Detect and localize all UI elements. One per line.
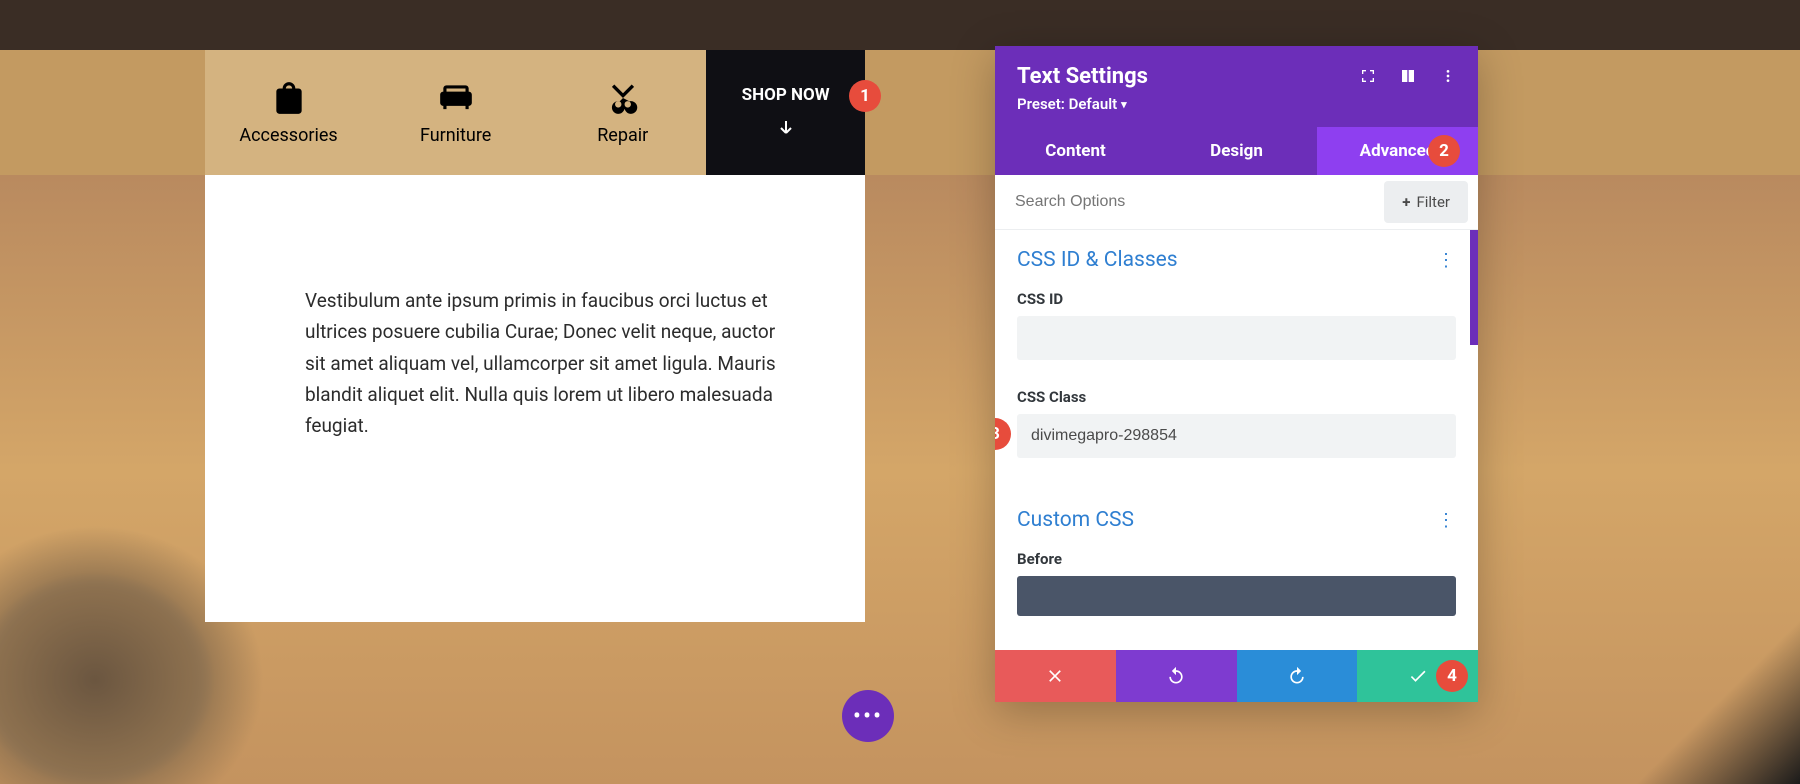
- before-css-editor[interactable]: [1017, 576, 1456, 616]
- shop-now-button[interactable]: SHOP NOW 1: [706, 50, 865, 175]
- undo-button[interactable]: [1116, 650, 1237, 702]
- annotation-badge-4: 4: [1436, 660, 1468, 692]
- panel-title: Text Settings: [1017, 64, 1148, 89]
- css-class-label: CSS Class: [1017, 388, 1456, 406]
- redo-icon: [1287, 666, 1307, 686]
- page-content-card: Accessories Furniture Repair SHOP NOW 1 …: [205, 50, 865, 622]
- save-button[interactable]: 4: [1357, 650, 1478, 702]
- tab-design[interactable]: Design: [1156, 127, 1317, 175]
- columns-icon[interactable]: [1400, 68, 1416, 84]
- section-custom-css: Custom CSS ⋮ Before: [995, 490, 1478, 626]
- check-icon: [1408, 666, 1428, 686]
- category-nav: Accessories Furniture Repair SHOP NOW 1: [205, 50, 865, 175]
- shop-now-label: SHOP NOW: [742, 85, 830, 105]
- scrollbar-thumb[interactable]: [1470, 230, 1478, 345]
- panel-footer: 4: [995, 650, 1478, 702]
- annotation-badge-1: 1: [849, 80, 881, 112]
- filter-button[interactable]: + Filter: [1384, 181, 1468, 223]
- annotation-badge-2: 2: [1428, 135, 1460, 167]
- undo-icon: [1166, 666, 1186, 686]
- before-label: Before: [1017, 550, 1456, 568]
- section-menu-icon[interactable]: ⋮: [1437, 250, 1456, 271]
- more-vertical-icon[interactable]: [1440, 68, 1456, 84]
- tab-advanced-label: Advanced: [1360, 141, 1436, 161]
- filter-label: Filter: [1416, 193, 1450, 211]
- annotation-badge-3: 3: [995, 418, 1011, 450]
- close-icon: [1045, 666, 1065, 686]
- cancel-button[interactable]: [995, 650, 1116, 702]
- plus-icon: +: [1402, 193, 1410, 211]
- nav-item-furniture[interactable]: Furniture: [372, 50, 539, 175]
- nav-item-repair[interactable]: Repair: [539, 50, 706, 175]
- css-class-input[interactable]: [1017, 414, 1456, 458]
- section-title[interactable]: CSS ID & Classes: [1017, 248, 1178, 272]
- couch-icon: [437, 79, 475, 117]
- nav-label: Furniture: [420, 125, 491, 146]
- builder-fab-button[interactable]: •••: [842, 690, 894, 742]
- panel-scroll-area: CSS ID & Classes ⋮ CSS ID CSS Class 3 Cu…: [995, 230, 1478, 650]
- search-row: + Filter: [995, 175, 1478, 230]
- panel-header-actions: [1360, 68, 1456, 84]
- search-input[interactable]: [995, 177, 1384, 227]
- nav-label: Repair: [597, 125, 648, 146]
- more-horizontal-icon: •••: [853, 702, 883, 730]
- tab-content[interactable]: Content: [995, 127, 1156, 175]
- panel-tabs: Content Design Advanced 2: [995, 127, 1478, 175]
- section-css-id-classes: CSS ID & Classes ⋮ CSS ID CSS Class 3: [995, 230, 1478, 490]
- bag-icon: [270, 79, 308, 117]
- panel-header: Text Settings Preset: Default: [995, 46, 1478, 127]
- preset-dropdown[interactable]: Preset: Default: [1017, 95, 1127, 113]
- expand-icon[interactable]: [1360, 68, 1376, 84]
- section-menu-icon[interactable]: ⋮: [1437, 510, 1456, 531]
- settings-panel: Text Settings Preset: Default Content De…: [995, 46, 1478, 702]
- scissors-icon: [604, 79, 642, 117]
- section-title[interactable]: Custom CSS: [1017, 508, 1134, 532]
- tab-advanced[interactable]: Advanced 2: [1317, 127, 1478, 175]
- css-id-label: CSS ID: [1017, 290, 1456, 308]
- body-paragraph: Vestibulum ante ipsum primis in faucibus…: [205, 175, 865, 622]
- css-id-input[interactable]: [1017, 316, 1456, 360]
- nav-label: Accessories: [239, 125, 337, 146]
- nav-item-accessories[interactable]: Accessories: [205, 50, 372, 175]
- redo-button[interactable]: [1237, 650, 1358, 702]
- arrow-down-icon: [774, 117, 798, 141]
